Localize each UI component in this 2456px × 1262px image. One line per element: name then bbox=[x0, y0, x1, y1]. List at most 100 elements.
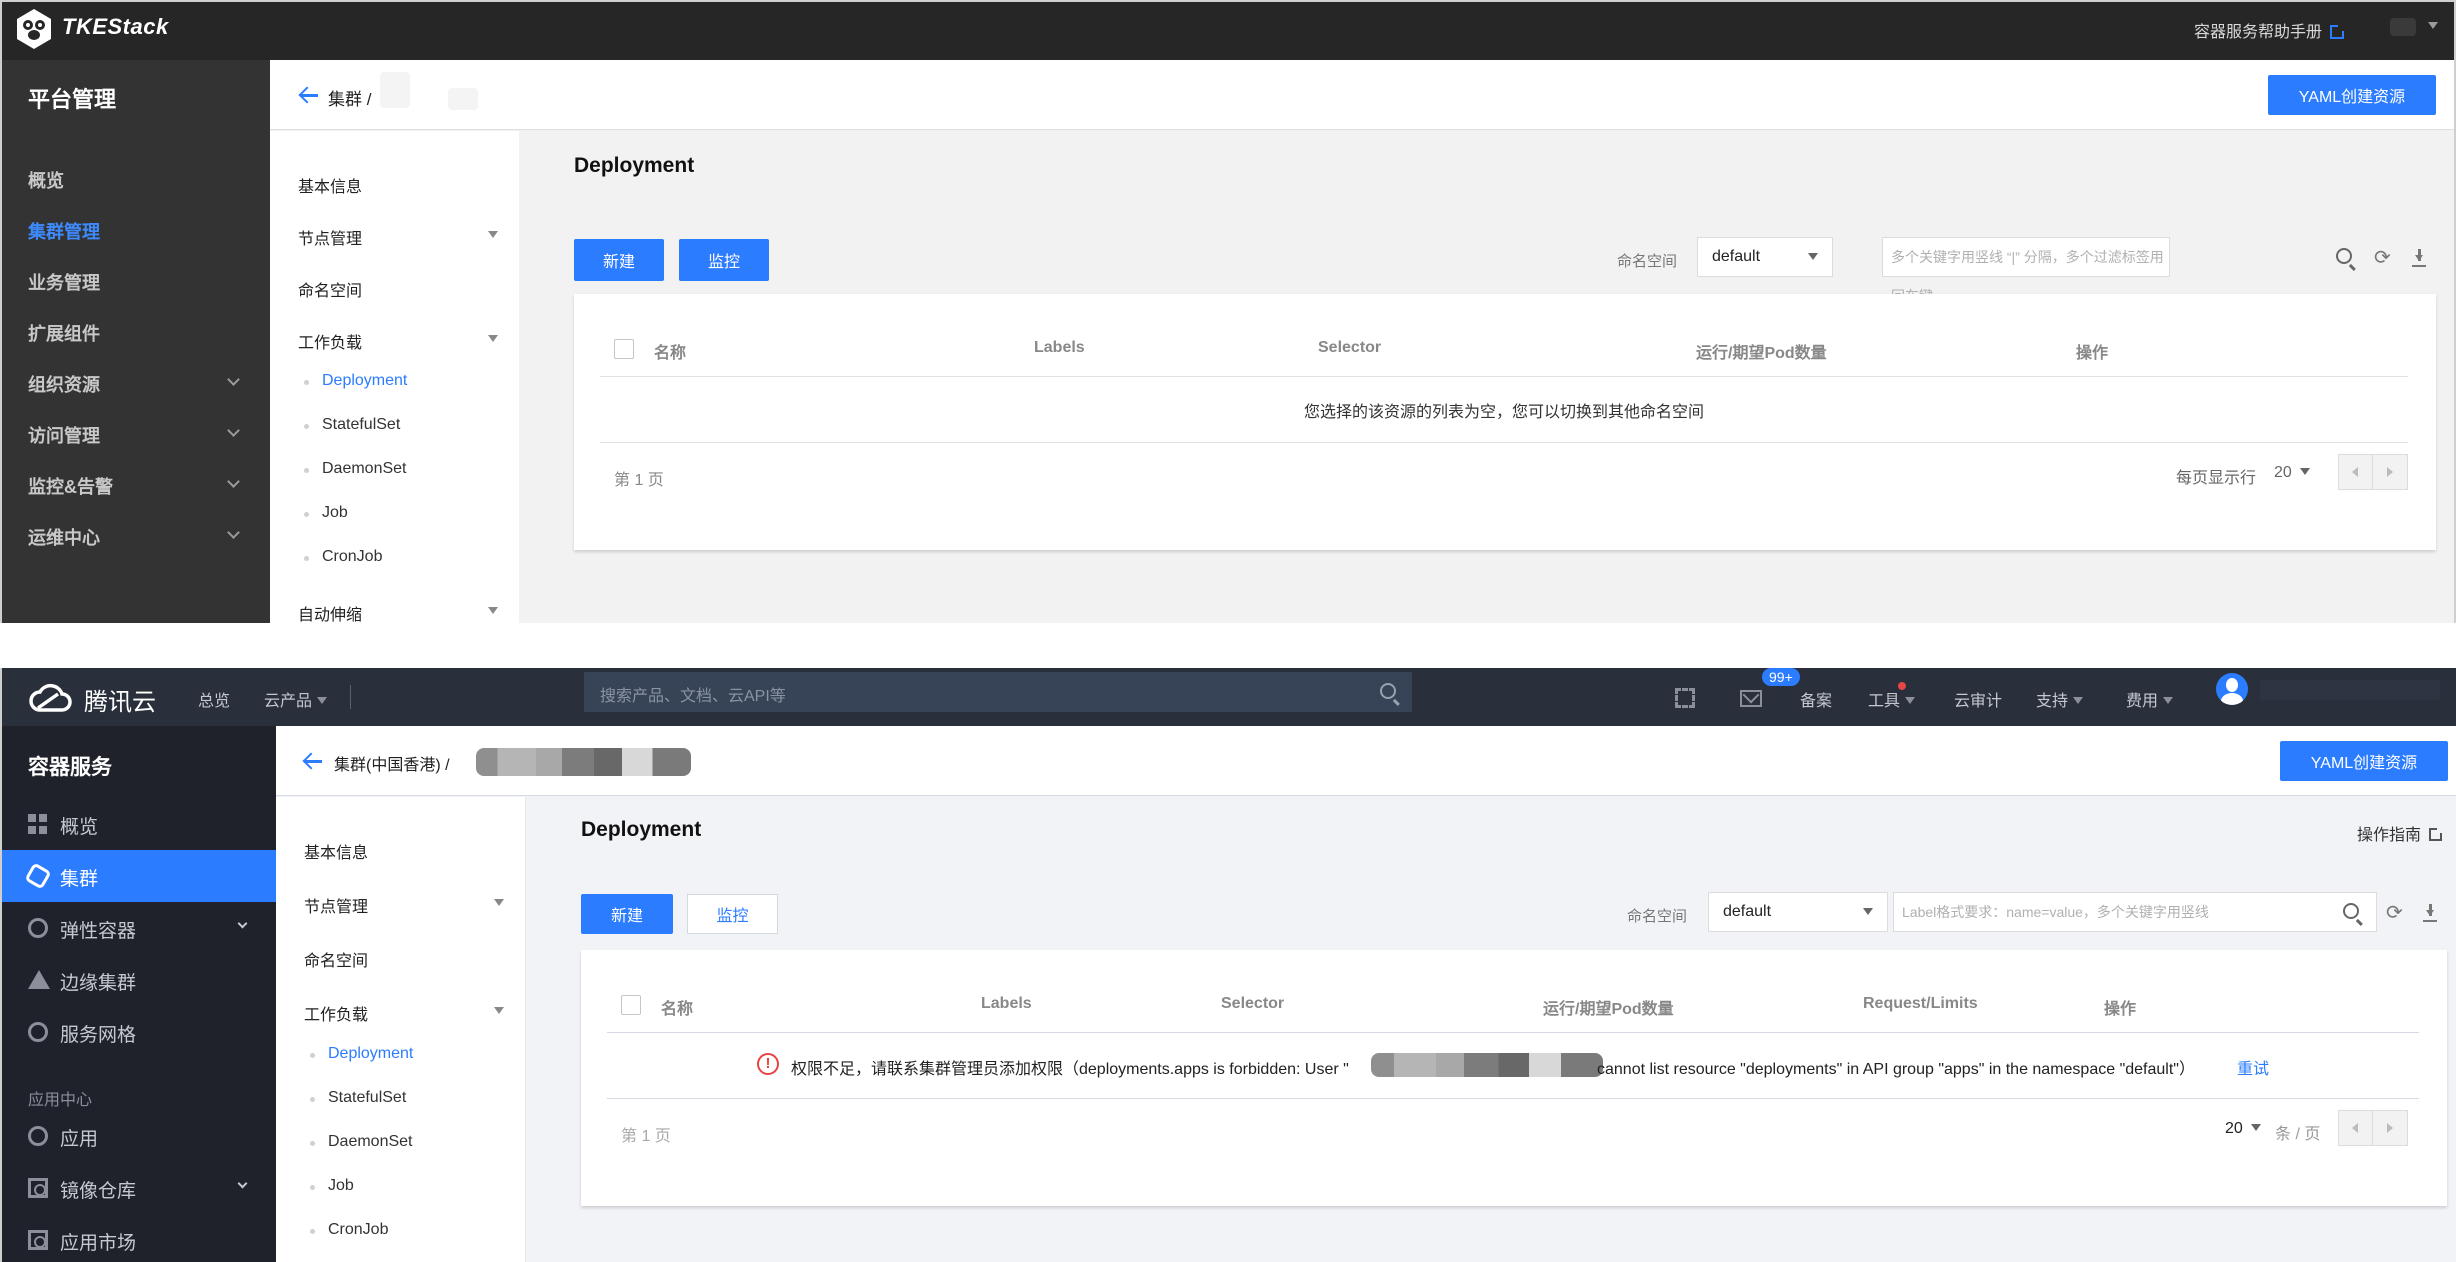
tkestack-window: TKEStack 容器服务帮助手册 平台管理 概览 集群管理 业务管理 扩展组件… bbox=[0, 0, 2456, 623]
prev-page-button[interactable] bbox=[2339, 1111, 2373, 1145]
app-icon bbox=[28, 1126, 48, 1146]
nav-filing[interactable]: 备案 bbox=[1800, 687, 1832, 711]
service-mesh-icon bbox=[28, 1022, 48, 1042]
redacted-cluster-name bbox=[476, 748, 691, 776]
subnav-basic-info[interactable]: 基本信息 bbox=[304, 839, 504, 863]
user-avatar-icon[interactable] bbox=[2216, 673, 2248, 705]
redacted-username[interactable] bbox=[2260, 680, 2440, 700]
sidebar-item-image-registry[interactable]: 镜像仓库 bbox=[2, 1162, 276, 1214]
monitor-button[interactable]: 监控 bbox=[687, 894, 778, 934]
search-icon[interactable] bbox=[2336, 248, 2352, 264]
sidebar-item-org-resources[interactable]: 组织资源 bbox=[28, 371, 240, 397]
subnav-autoscaling[interactable]: 自动伸缩 bbox=[298, 601, 498, 623]
column-header-pod-count: 运行/期望Pod数量 bbox=[1696, 345, 1827, 362]
subnav-statefulset[interactable]: StatefulSet bbox=[309, 1089, 406, 1107]
sidebar-item-application[interactable]: 应用 bbox=[2, 1110, 276, 1162]
subnav-namespace[interactable]: 命名空间 bbox=[304, 947, 504, 971]
search-icon[interactable] bbox=[1380, 683, 1396, 699]
breadcrumb-parent[interactable]: 集群(中国香港) / bbox=[334, 751, 450, 775]
next-page-button[interactable] bbox=[2373, 1111, 2407, 1145]
caret-down-icon bbox=[494, 899, 504, 906]
sidebar-item-cluster[interactable]: 集群 bbox=[2, 850, 276, 902]
sidebar-item-monitoring-alerts[interactable]: 监控&告警 bbox=[28, 473, 240, 499]
tencent-cloud-window: 腾讯云 总览 云产品 搜索产品、文档、云API等 99+ 备案 工具 云审计 支… bbox=[0, 668, 2456, 1262]
page-info: 第 1 页 bbox=[621, 1128, 671, 1145]
subnav-namespace[interactable]: 命名空间 bbox=[298, 277, 498, 301]
download-icon[interactable] bbox=[2412, 249, 2426, 267]
logo-text: TKEStack bbox=[62, 14, 169, 39]
sidebar-item-extensions[interactable]: 扩展组件 bbox=[28, 320, 238, 346]
page-title: Deployment bbox=[574, 154, 695, 177]
subnav-node-management[interactable]: 节点管理 bbox=[298, 225, 498, 249]
subnav-cronjob[interactable]: CronJob bbox=[309, 1221, 388, 1239]
nav-cloud-audit[interactable]: 云审计 bbox=[1954, 687, 2002, 711]
mail-icon[interactable] bbox=[1740, 690, 1762, 707]
subnav-workloads[interactable]: 工作负载 bbox=[298, 329, 498, 353]
namespace-select[interactable]: default bbox=[1708, 892, 1888, 932]
subnav-daemonset[interactable]: DaemonSet bbox=[304, 460, 407, 478]
nav-support[interactable]: 支持 bbox=[2036, 687, 2084, 711]
column-header-labels: Labels bbox=[1034, 339, 1085, 356]
select-all-checkbox[interactable] bbox=[614, 339, 634, 359]
breadcrumb-bar: 集群 / YAML创建资源 bbox=[270, 60, 2454, 130]
container-service-sidebar: 容器服务 概览 集群 弹性容器 边缘集群 服务网格 应用中心 应用 镜像仓库 应… bbox=[2, 726, 276, 1262]
label-search-input[interactable]: Label格式要求：name=value，多个关键字用竖线 bbox=[1893, 892, 2377, 932]
next-page-button[interactable] bbox=[2373, 455, 2407, 489]
yaml-create-button[interactable]: YAML创建资源 bbox=[2280, 741, 2448, 781]
nav-cloud-products[interactable]: 云产品 bbox=[264, 687, 328, 711]
search-icon[interactable] bbox=[2343, 903, 2359, 919]
sidebar-title: 平台管理 bbox=[28, 87, 117, 112]
create-button[interactable]: 新建 bbox=[581, 894, 673, 934]
nav-tools[interactable]: 工具 bbox=[1868, 687, 1916, 711]
sidebar-item-ops-center[interactable]: 运维中心 bbox=[28, 524, 240, 550]
sidebar-item-app-market[interactable]: 应用市场 bbox=[2, 1214, 276, 1262]
subnav-statefulset[interactable]: StatefulSet bbox=[303, 416, 400, 434]
operation-guide-link[interactable]: 操作指南 bbox=[2357, 821, 2444, 845]
nav-overview[interactable]: 总览 bbox=[198, 687, 230, 711]
refresh-icon[interactable]: ⟳ bbox=[2374, 248, 2391, 268]
subnav-job[interactable]: Job bbox=[304, 504, 348, 522]
nav-billing[interactable]: 费用 bbox=[2126, 687, 2174, 711]
sidebar-item-service-mesh[interactable]: 服务网格 bbox=[2, 1006, 276, 1058]
search-input[interactable]: 多个关键字用竖线 “|” 分隔，多个过滤标签用回车键 bbox=[1882, 237, 2170, 304]
namespace-select[interactable]: default bbox=[1697, 237, 1833, 277]
user-menu-caret-icon[interactable] bbox=[2428, 22, 2438, 29]
subnav-basic-info[interactable]: 基本信息 bbox=[298, 173, 498, 197]
sidebar-item-overview[interactable]: 概览 bbox=[28, 167, 238, 193]
subnav-deployment[interactable]: Deployment bbox=[303, 372, 407, 390]
retry-link[interactable]: 重试 bbox=[2237, 1055, 2269, 1079]
redacted-user bbox=[1371, 1053, 1603, 1077]
sidebar-item-edge-cluster[interactable]: 边缘集群 bbox=[2, 954, 276, 1006]
yaml-create-button[interactable]: YAML创建资源 bbox=[2268, 75, 2436, 115]
sidebar-item-cluster-management[interactable]: 集群管理 bbox=[28, 218, 238, 244]
sidebar-item-overview[interactable]: 概览 bbox=[2, 798, 276, 850]
download-icon[interactable] bbox=[2423, 904, 2437, 922]
user-avatar[interactable] bbox=[2390, 18, 2416, 36]
select-all-checkbox[interactable] bbox=[621, 995, 641, 1015]
subnav-daemonset[interactable]: DaemonSet bbox=[310, 1133, 413, 1151]
subnav-node-management[interactable]: 节点管理 bbox=[304, 893, 504, 917]
global-search-input[interactable]: 搜索产品、文档、云API等 bbox=[584, 672, 1412, 712]
grid-icon bbox=[28, 814, 48, 834]
breadcrumb-parent[interactable]: 集群 / bbox=[328, 85, 371, 110]
sidebar-item-business-management[interactable]: 业务管理 bbox=[28, 269, 238, 295]
sidebar-item-access-management[interactable]: 访问管理 bbox=[28, 422, 240, 448]
monitor-button[interactable]: 监控 bbox=[679, 239, 769, 281]
help-manual-link[interactable]: 容器服务帮助手册 bbox=[2194, 18, 2345, 42]
subnav-workloads[interactable]: 工作负载 bbox=[304, 1001, 504, 1025]
prev-page-button[interactable] bbox=[2339, 455, 2373, 489]
subnav-cronjob[interactable]: CronJob bbox=[303, 548, 382, 566]
qr-code-icon[interactable] bbox=[1675, 688, 1695, 708]
table-divider bbox=[607, 1032, 2419, 1033]
sidebar-item-elastic-container[interactable]: 弹性容器 bbox=[2, 902, 276, 954]
page-size-select[interactable]: 20 bbox=[2274, 464, 2310, 482]
back-arrow-icon[interactable] bbox=[300, 87, 320, 103]
subnav-deployment[interactable]: Deployment bbox=[309, 1045, 413, 1063]
back-arrow-icon[interactable] bbox=[304, 753, 324, 769]
page-size-select[interactable]: 20 bbox=[2225, 1120, 2261, 1138]
create-button[interactable]: 新建 bbox=[574, 239, 664, 281]
refresh-icon[interactable]: ⟳ bbox=[2386, 903, 2403, 923]
error-message-prefix: 权限不足，请联系集群管理员添加权限（deployments.apps is fo… bbox=[791, 1061, 1349, 1078]
subnav-job[interactable]: Job bbox=[310, 1177, 354, 1195]
table-divider bbox=[607, 1098, 2419, 1099]
